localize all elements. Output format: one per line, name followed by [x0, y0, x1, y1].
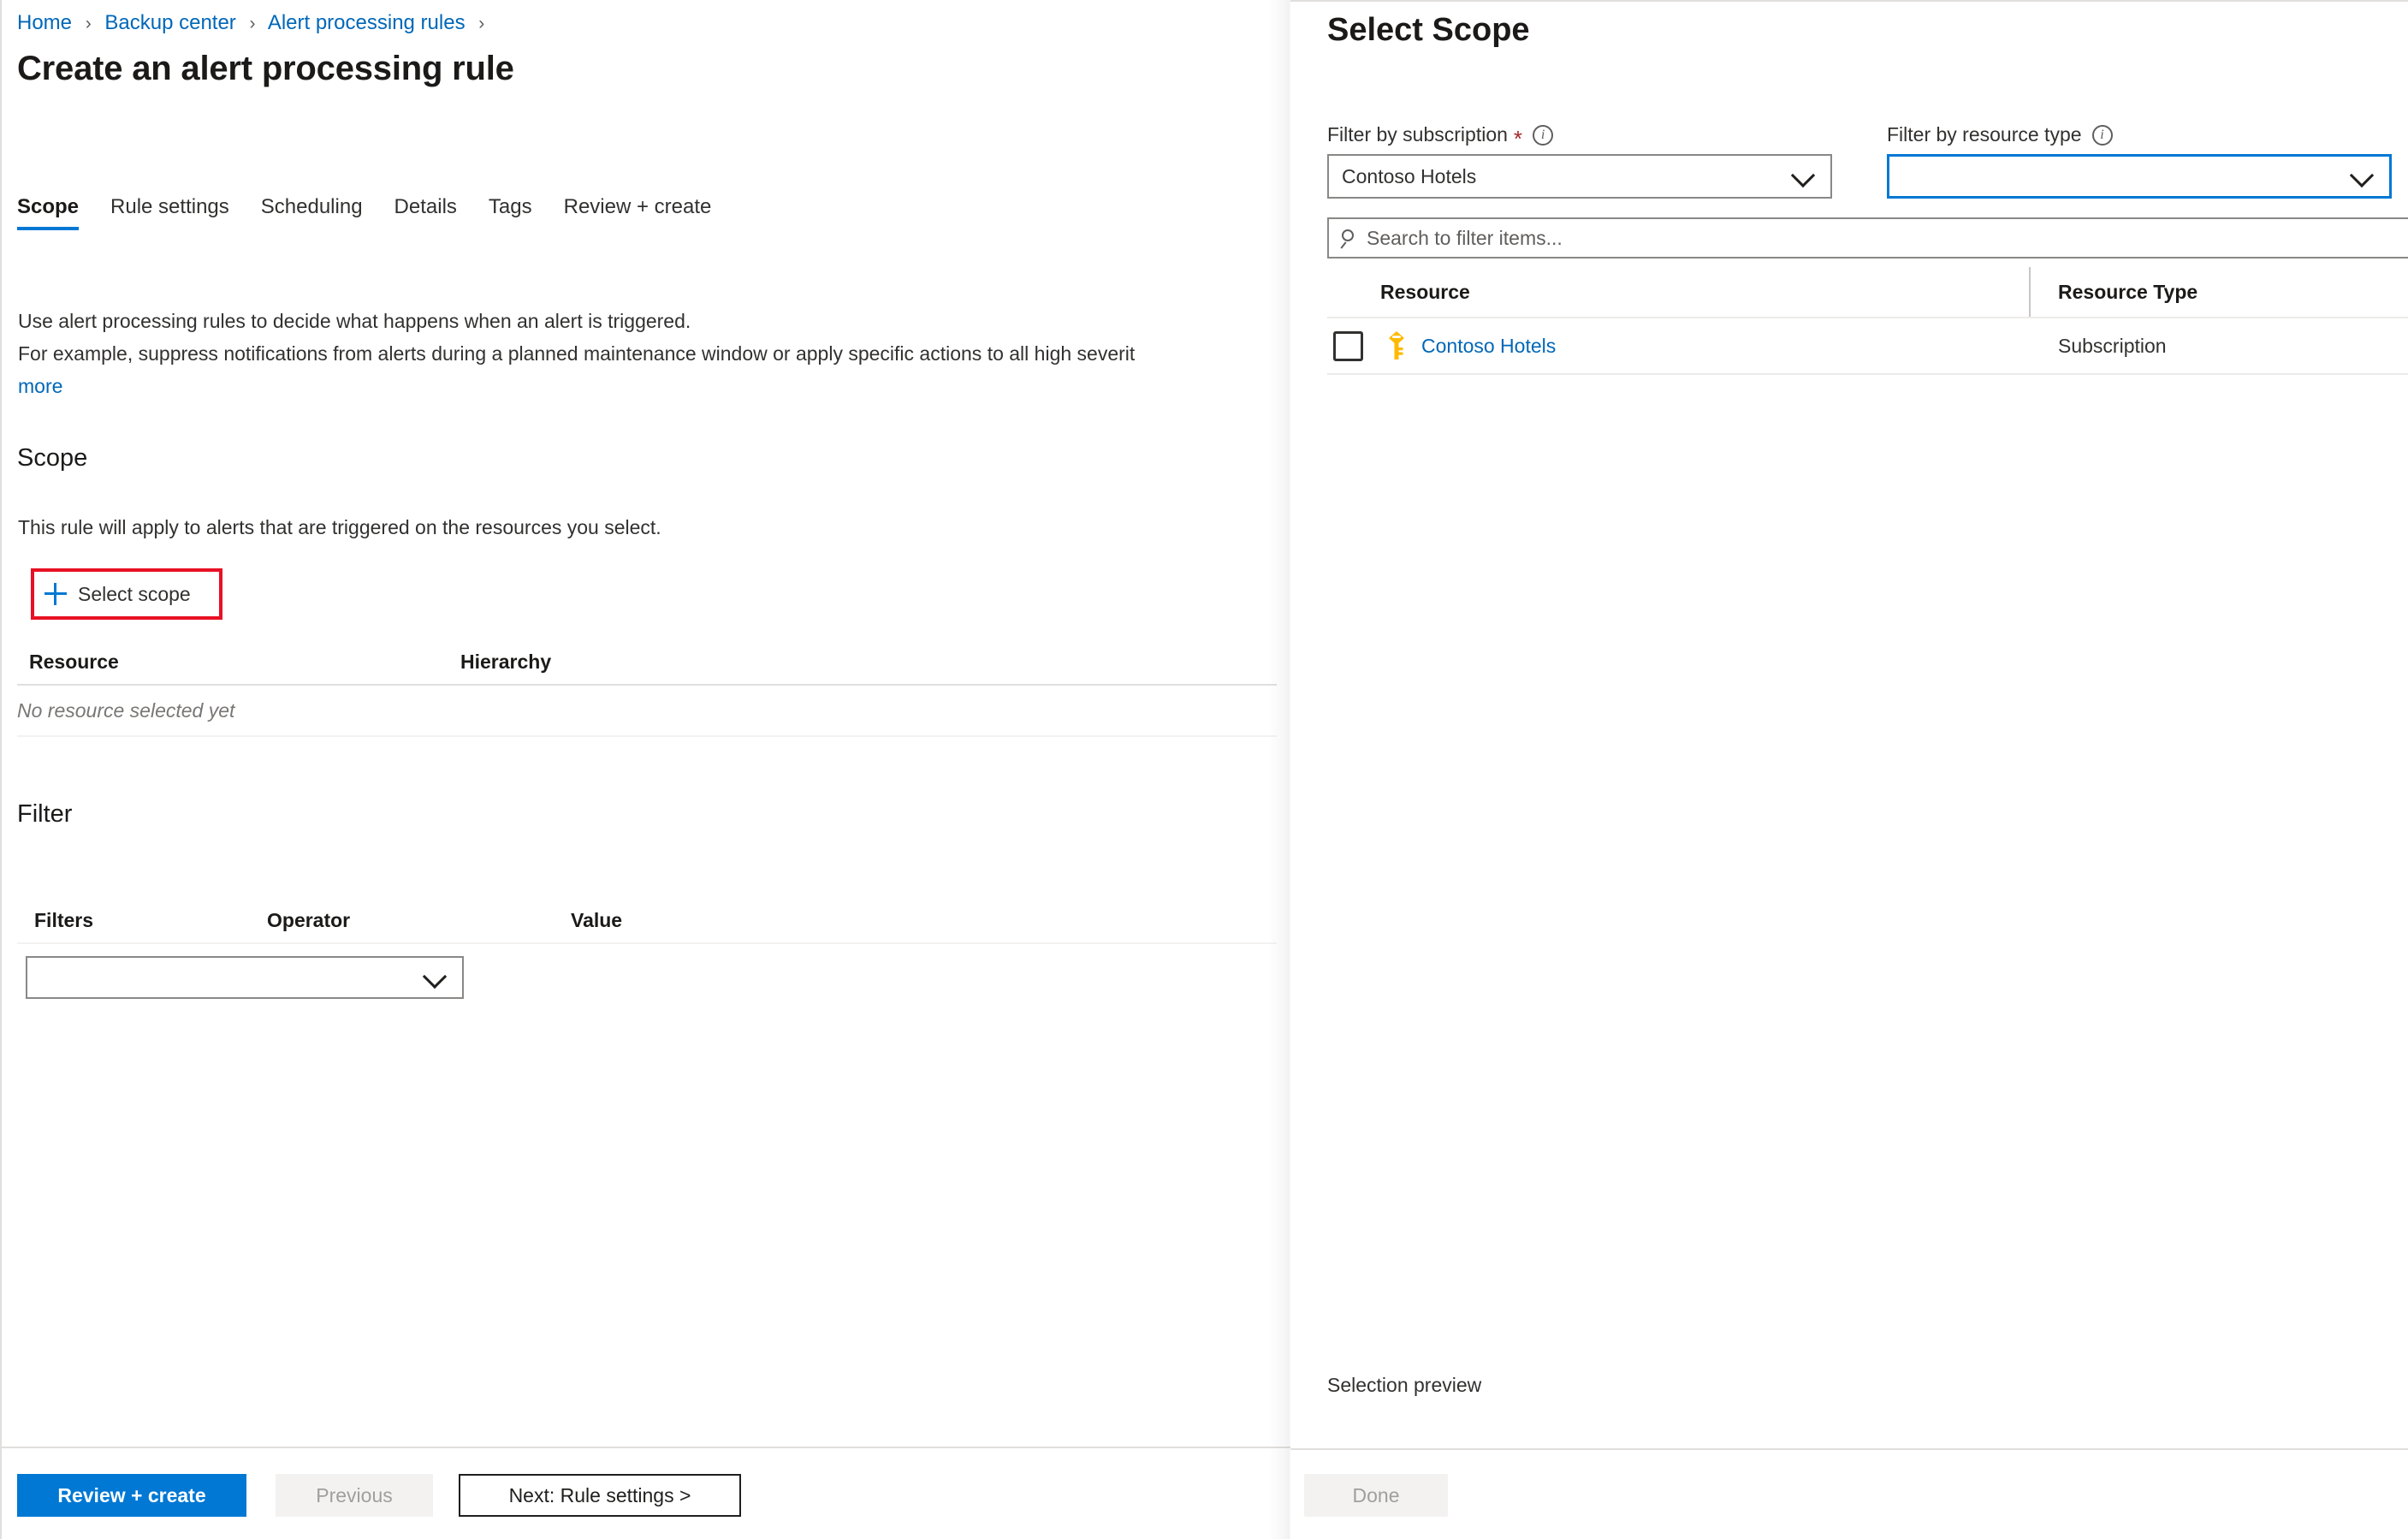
breadcrumb: Home › Backup center › Alert processing …	[17, 10, 492, 37]
filter-by-subscription-field: Filter by subscription * i Contoso Hotel…	[1327, 123, 1832, 199]
filter-by-subscription-label-text: Filter by subscription	[1327, 123, 1508, 146]
resource-type-cell: Subscription	[2058, 334, 2167, 357]
select-scope-button[interactable]: Select scope	[34, 572, 219, 616]
filter-by-resource-type-label: Filter by resource type i	[1887, 123, 2392, 146]
filter-type-dropdown[interactable]	[26, 956, 464, 999]
breadcrumb-item-alert-processing-rules[interactable]: Alert processing rules	[268, 11, 466, 34]
required-asterisk: *	[1513, 125, 1523, 152]
selection-preview-label: Selection preview	[1327, 1374, 1482, 1396]
filter-table-header-row: Filters Operator Value	[17, 909, 1277, 944]
filter-by-resource-type-label-text: Filter by resource type	[1887, 123, 2082, 146]
tab-scheduling[interactable]: Scheduling	[261, 195, 363, 230]
filter-column-value: Value	[571, 909, 623, 931]
filter-section-heading: Filter	[17, 800, 73, 828]
filter-by-resource-type-field: Filter by resource type i	[1887, 123, 2392, 199]
scope-column-resource: Resource	[29, 651, 119, 673]
filter-by-subscription-label: Filter by subscription * i	[1327, 123, 1832, 150]
scope-column-hierarchy: Hierarchy	[460, 651, 552, 673]
description-line-2: For example, suppress notifications from…	[18, 342, 1136, 365]
chevron-down-icon	[2349, 163, 2375, 188]
resource-cell: Contoso Hotels	[1327, 330, 2031, 361]
wizard-footer: Review + create Previous Next: Rule sett…	[2, 1447, 1290, 1539]
breadcrumb-separator-icon: ›	[85, 14, 92, 33]
tab-scope[interactable]: Scope	[17, 195, 80, 230]
plus-icon	[44, 583, 67, 605]
select-scope-panel: Select Scope Filter by subscription * i …	[1290, 0, 2408, 1539]
row-checkbox[interactable]	[1333, 330, 1363, 361]
table-row[interactable]: Contoso Hotels Subscription	[1327, 318, 2408, 375]
filter-table-row	[17, 944, 1277, 1006]
create-alert-processing-rule-blade: Home › Backup center › Alert processing …	[0, 0, 1290, 1539]
resource-name-link[interactable]: Contoso Hotels	[1421, 335, 1556, 358]
review-create-button[interactable]: Review + create	[17, 1474, 246, 1517]
previous-button: Previous	[276, 1474, 433, 1517]
resource-search-input[interactable]: Search to filter items...	[1327, 217, 2408, 258]
description-line-1: Use alert processing rules to decide wha…	[18, 310, 691, 332]
chevron-down-icon	[422, 964, 448, 989]
key-icon	[1389, 331, 1404, 359]
learn-more-link[interactable]: more	[18, 373, 62, 399]
filter-by-resource-type-dropdown[interactable]	[1887, 154, 2392, 199]
select-scope-footer: Done	[1290, 1448, 2408, 1539]
scope-table-header-row: Resource Hierarchy	[17, 651, 1277, 686]
info-icon[interactable]: i	[2091, 124, 2113, 146]
breadcrumb-separator-icon: ›	[478, 14, 485, 33]
select-scope-button-label: Select scope	[78, 582, 191, 605]
scope-section-subtext: This rule will apply to alerts that are …	[18, 516, 661, 538]
page-title: Create an alert processing rule	[17, 50, 514, 87]
info-icon[interactable]: i	[1533, 124, 1554, 146]
resource-table-header-row: Resource Resource Type	[1327, 267, 2408, 318]
filter-column-operator: Operator	[267, 909, 351, 931]
azure-portal-screen: Home › Backup center › Alert processing …	[0, 0, 2408, 1539]
filter-by-subscription-value: Contoso Hotels	[1342, 164, 1477, 187]
resource-column-resource: Resource	[1327, 267, 2031, 317]
next-rule-settings-button[interactable]: Next: Rule settings >	[459, 1474, 741, 1517]
tab-rule-settings[interactable]: Rule settings	[110, 195, 229, 230]
breadcrumb-item-backup-center[interactable]: Backup center	[104, 11, 235, 34]
select-scope-highlight-box: Select scope	[31, 568, 222, 620]
scope-section-heading: Scope	[17, 444, 88, 472]
breadcrumb-item-home[interactable]: Home	[17, 11, 72, 34]
tab-review-create[interactable]: Review + create	[564, 195, 712, 230]
scope-table-empty-row: No resource selected yet	[17, 686, 1277, 737]
breadcrumb-separator-icon: ›	[249, 14, 256, 33]
filter-table: Filters Operator Value	[17, 909, 1277, 1006]
wizard-tabs: Scope Rule settings Scheduling Details T…	[17, 195, 743, 230]
search-icon	[1337, 227, 1363, 249]
filter-column-filters: Filters	[34, 909, 94, 931]
scope-empty-message: No resource selected yet	[17, 698, 235, 722]
scope-resource-table: Resource Hierarchy No resource selected …	[17, 651, 1277, 737]
resource-search-placeholder: Search to filter items...	[1367, 226, 1563, 249]
resource-column-resource-type: Resource Type	[2058, 280, 2198, 303]
chevron-down-icon	[1790, 163, 1816, 188]
resource-table: Resource Resource Type Contoso Hotels Su…	[1327, 267, 2408, 375]
done-button: Done	[1304, 1474, 1448, 1517]
select-scope-panel-title: Select Scope	[1327, 12, 1530, 48]
tab-tags[interactable]: Tags	[489, 195, 532, 230]
filter-by-subscription-dropdown[interactable]: Contoso Hotels	[1327, 154, 1832, 199]
tab-details[interactable]: Details	[394, 195, 457, 230]
